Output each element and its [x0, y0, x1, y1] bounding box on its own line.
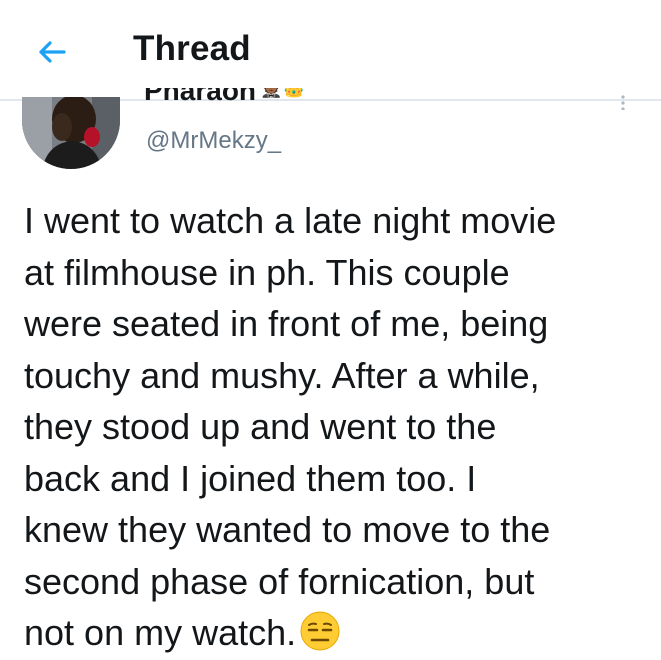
tweet-line: were seated in front of me, being [24, 303, 549, 344]
display-name-emojis: 🤵🏾👑 [260, 88, 305, 98]
tweet-line: at filmhouse in ph. This couple [24, 251, 510, 293]
tweet-line: I went to watch a late night movie [24, 200, 557, 241]
expressionless-face-emoji [300, 611, 340, 651]
tweet-text: I went to watch a late night movie at fi… [24, 195, 654, 659]
tweet-line-last: not on my watch. [24, 607, 654, 659]
tweet-line: touchy and mushy. After a while, [24, 354, 540, 396]
more-vertical-icon[interactable] [617, 94, 629, 110]
arrow-left-icon[interactable] [34, 34, 70, 70]
tweet-line: second phase of fornication, but [24, 560, 535, 602]
tweet-line: they stood up and went to the [24, 406, 497, 447]
author-display-name[interactable]: Pharaoh 🤵🏾👑 [144, 88, 344, 107]
tweet-line: knew they wanted to move to the [24, 509, 551, 550]
avatar[interactable] [22, 97, 120, 169]
thread-header: Thread [0, 0, 661, 99]
avatar-image [22, 97, 120, 169]
page-title: Thread [133, 29, 251, 68]
tweet-line: back and I joined them too. I [24, 457, 477, 499]
tweet-line: not on my watch. [24, 612, 297, 653]
display-name-text: Pharaoh [144, 88, 257, 106]
author-handle[interactable]: @MrMekzy_ [146, 127, 281, 155]
